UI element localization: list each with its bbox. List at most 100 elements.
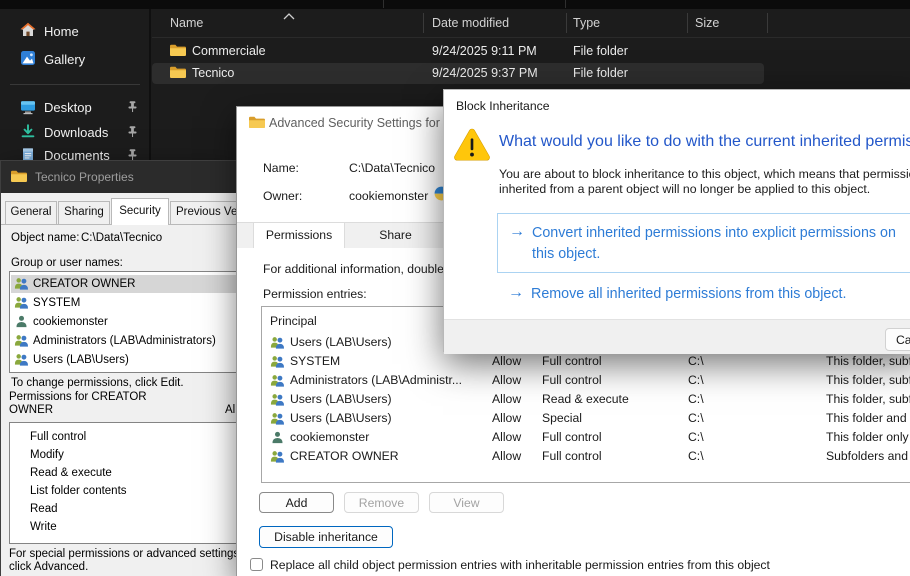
cell-inherited-from: C:\ xyxy=(688,373,704,387)
list-item-system[interactable]: SYSTEM xyxy=(11,294,237,312)
group-name: Administrators (LAB\Administrators) xyxy=(33,335,216,347)
block-dialog-body-line1: You are about to block inheritance to th… xyxy=(499,167,910,181)
properties-dialog: Tecnico Properties General Sharing Secur… xyxy=(0,160,237,576)
list-item-cookiemonster[interactable]: cookiemonster xyxy=(11,313,237,331)
cancel-button[interactable]: Cancel xyxy=(885,328,910,351)
add-button[interactable]: Add xyxy=(259,492,334,513)
remove-permissions-option[interactable]: → Remove all inherited permissions from … xyxy=(497,280,910,304)
name-value: C:\Data\Tecnico xyxy=(349,161,435,175)
group-icon xyxy=(14,334,29,350)
group-name: Users (LAB\Users) xyxy=(33,354,129,366)
cell-type: Allow xyxy=(492,373,521,387)
name-label: Name: xyxy=(263,161,299,175)
cell-inherited-from: C:\ xyxy=(688,354,704,368)
table-row[interactable]: Administrators (LAB\Administr... Allow F… xyxy=(263,371,910,390)
sidebar-item-gallery[interactable]: Gallery xyxy=(0,45,149,73)
folder-icon xyxy=(170,66,186,84)
permission-item[interactable]: Full control xyxy=(30,431,86,443)
gallery-icon xyxy=(20,50,36,71)
permission-item[interactable]: Modify xyxy=(30,449,64,461)
cell-inherited-from: C:\ xyxy=(688,430,704,444)
group-name: cookiemonster xyxy=(33,316,108,328)
column-divider[interactable] xyxy=(767,13,768,33)
column-divider[interactable] xyxy=(566,13,567,33)
group-icon xyxy=(14,353,29,369)
block-dialog-body-line2: inherited from a parent object will no l… xyxy=(499,182,870,196)
tab-share[interactable]: Share xyxy=(346,223,445,248)
list-item-administrators[interactable]: Administrators (LAB\Administrators) xyxy=(11,332,237,350)
cell-access: Special xyxy=(542,411,582,425)
object-name-value: C:\Data\Tecnico xyxy=(81,232,162,244)
cell-applies-to: This folder and subfolders xyxy=(826,411,910,425)
permissions-listbox: Full control Modify Read & execute List … xyxy=(9,422,237,544)
properties-dialog-title: Tecnico Properties xyxy=(35,170,134,184)
sidebar-item-label: Home xyxy=(44,24,79,39)
cell-applies-to: This folder, subfolders and files xyxy=(826,354,910,368)
cell-type: Allow xyxy=(492,354,521,368)
sidebar-divider xyxy=(10,84,140,85)
file-row-commerciale[interactable]: Commerciale 9/24/2025 9:11 PM File folde… xyxy=(152,41,764,62)
column-header-date[interactable]: Date modified xyxy=(432,16,509,30)
disable-inheritance-button[interactable]: Disable inheritance xyxy=(259,526,393,548)
sidebar-item-home[interactable]: Home xyxy=(0,17,149,45)
sidebar-item-downloads[interactable]: Downloads xyxy=(0,119,149,145)
desktop-icon xyxy=(20,99,36,120)
cell-principal: Administrators (LAB\Administr... xyxy=(290,373,462,387)
tab-sharing[interactable]: Sharing xyxy=(58,201,110,225)
file-row-tecnico-selected[interactable]: Tecnico 9/24/2025 9:37 PM File folder xyxy=(152,63,764,84)
explorer-top-strip xyxy=(0,0,910,9)
list-item-users[interactable]: Users (LAB\Users) xyxy=(11,351,237,369)
cell-principal: Users (LAB\Users) xyxy=(290,411,392,425)
convert-permissions-option[interactable]: → Convert inherited permissions into exp… xyxy=(497,213,910,273)
list-item-creator-owner[interactable]: CREATOR OWNER xyxy=(11,275,237,293)
table-row[interactable]: cookiemonster Allow Full control C:\ Thi… xyxy=(263,428,910,447)
permission-item[interactable]: List folder contents xyxy=(30,485,127,497)
cell-type: Allow xyxy=(492,392,521,406)
view-button[interactable]: View xyxy=(429,492,504,513)
properties-titlebar: Tecnico Properties xyxy=(1,161,236,193)
cell-applies-to: This folder, subfolders and files xyxy=(826,392,910,406)
table-row[interactable]: Users (LAB\Users) Allow Read & execute C… xyxy=(263,390,910,409)
tab-security[interactable]: Security xyxy=(111,198,169,225)
replace-permissions-checkbox[interactable] xyxy=(250,558,263,571)
pin-icon[interactable] xyxy=(126,100,139,118)
permission-item[interactable]: Read & execute xyxy=(30,467,112,479)
file-date: 9/24/2025 9:37 PM xyxy=(432,66,538,80)
group-icon xyxy=(270,412,285,428)
cell-access: Full control xyxy=(542,373,602,387)
tab-previous-versions[interactable]: Previous Versions xyxy=(170,201,237,225)
folder-icon xyxy=(170,44,186,62)
permission-item[interactable]: Write xyxy=(30,521,57,533)
group-name: CREATOR OWNER xyxy=(33,278,135,290)
cell-inherited-from: C:\ xyxy=(688,449,704,463)
file-name: Tecnico xyxy=(192,66,234,80)
column-divider[interactable] xyxy=(423,13,424,33)
group-icon xyxy=(14,296,29,312)
col-principal[interactable]: Principal xyxy=(270,314,317,328)
table-row[interactable]: CREATOR OWNER Allow Full control C:\ Sub… xyxy=(263,447,910,466)
tab-general[interactable]: General xyxy=(5,201,57,225)
table-row[interactable]: SYSTEM Allow Full control C:\ This folde… xyxy=(263,352,910,371)
owner-value: cookiemonster xyxy=(349,189,428,203)
pin-icon[interactable] xyxy=(126,125,139,143)
cell-access: Full control xyxy=(542,430,602,444)
column-header-type[interactable]: Type xyxy=(573,16,600,30)
column-header-size[interactable]: Size xyxy=(695,16,719,30)
cell-principal: Users (LAB\Users) xyxy=(290,392,392,406)
column-divider[interactable] xyxy=(687,13,688,33)
tab-permissions[interactable]: Permissions xyxy=(253,223,345,248)
folder-icon xyxy=(249,116,265,132)
column-header-name[interactable]: Name xyxy=(170,16,203,30)
group-name: SYSTEM xyxy=(33,297,80,309)
block-dialog-footer: Cancel xyxy=(444,319,910,354)
sidebar-item-desktop[interactable]: Desktop xyxy=(0,94,149,120)
permission-item[interactable]: Read xyxy=(30,503,58,515)
cell-principal: cookiemonster xyxy=(290,430,369,444)
permission-entries-label: Permission entries: xyxy=(263,287,367,301)
cell-type: Allow xyxy=(492,449,521,463)
group-icon xyxy=(270,393,285,409)
remove-button[interactable]: Remove xyxy=(344,492,419,513)
table-row[interactable]: Users (LAB\Users) Allow Special C:\ This… xyxy=(263,409,910,428)
file-date: 9/24/2025 9:11 PM xyxy=(432,44,537,58)
group-icon xyxy=(270,374,285,390)
